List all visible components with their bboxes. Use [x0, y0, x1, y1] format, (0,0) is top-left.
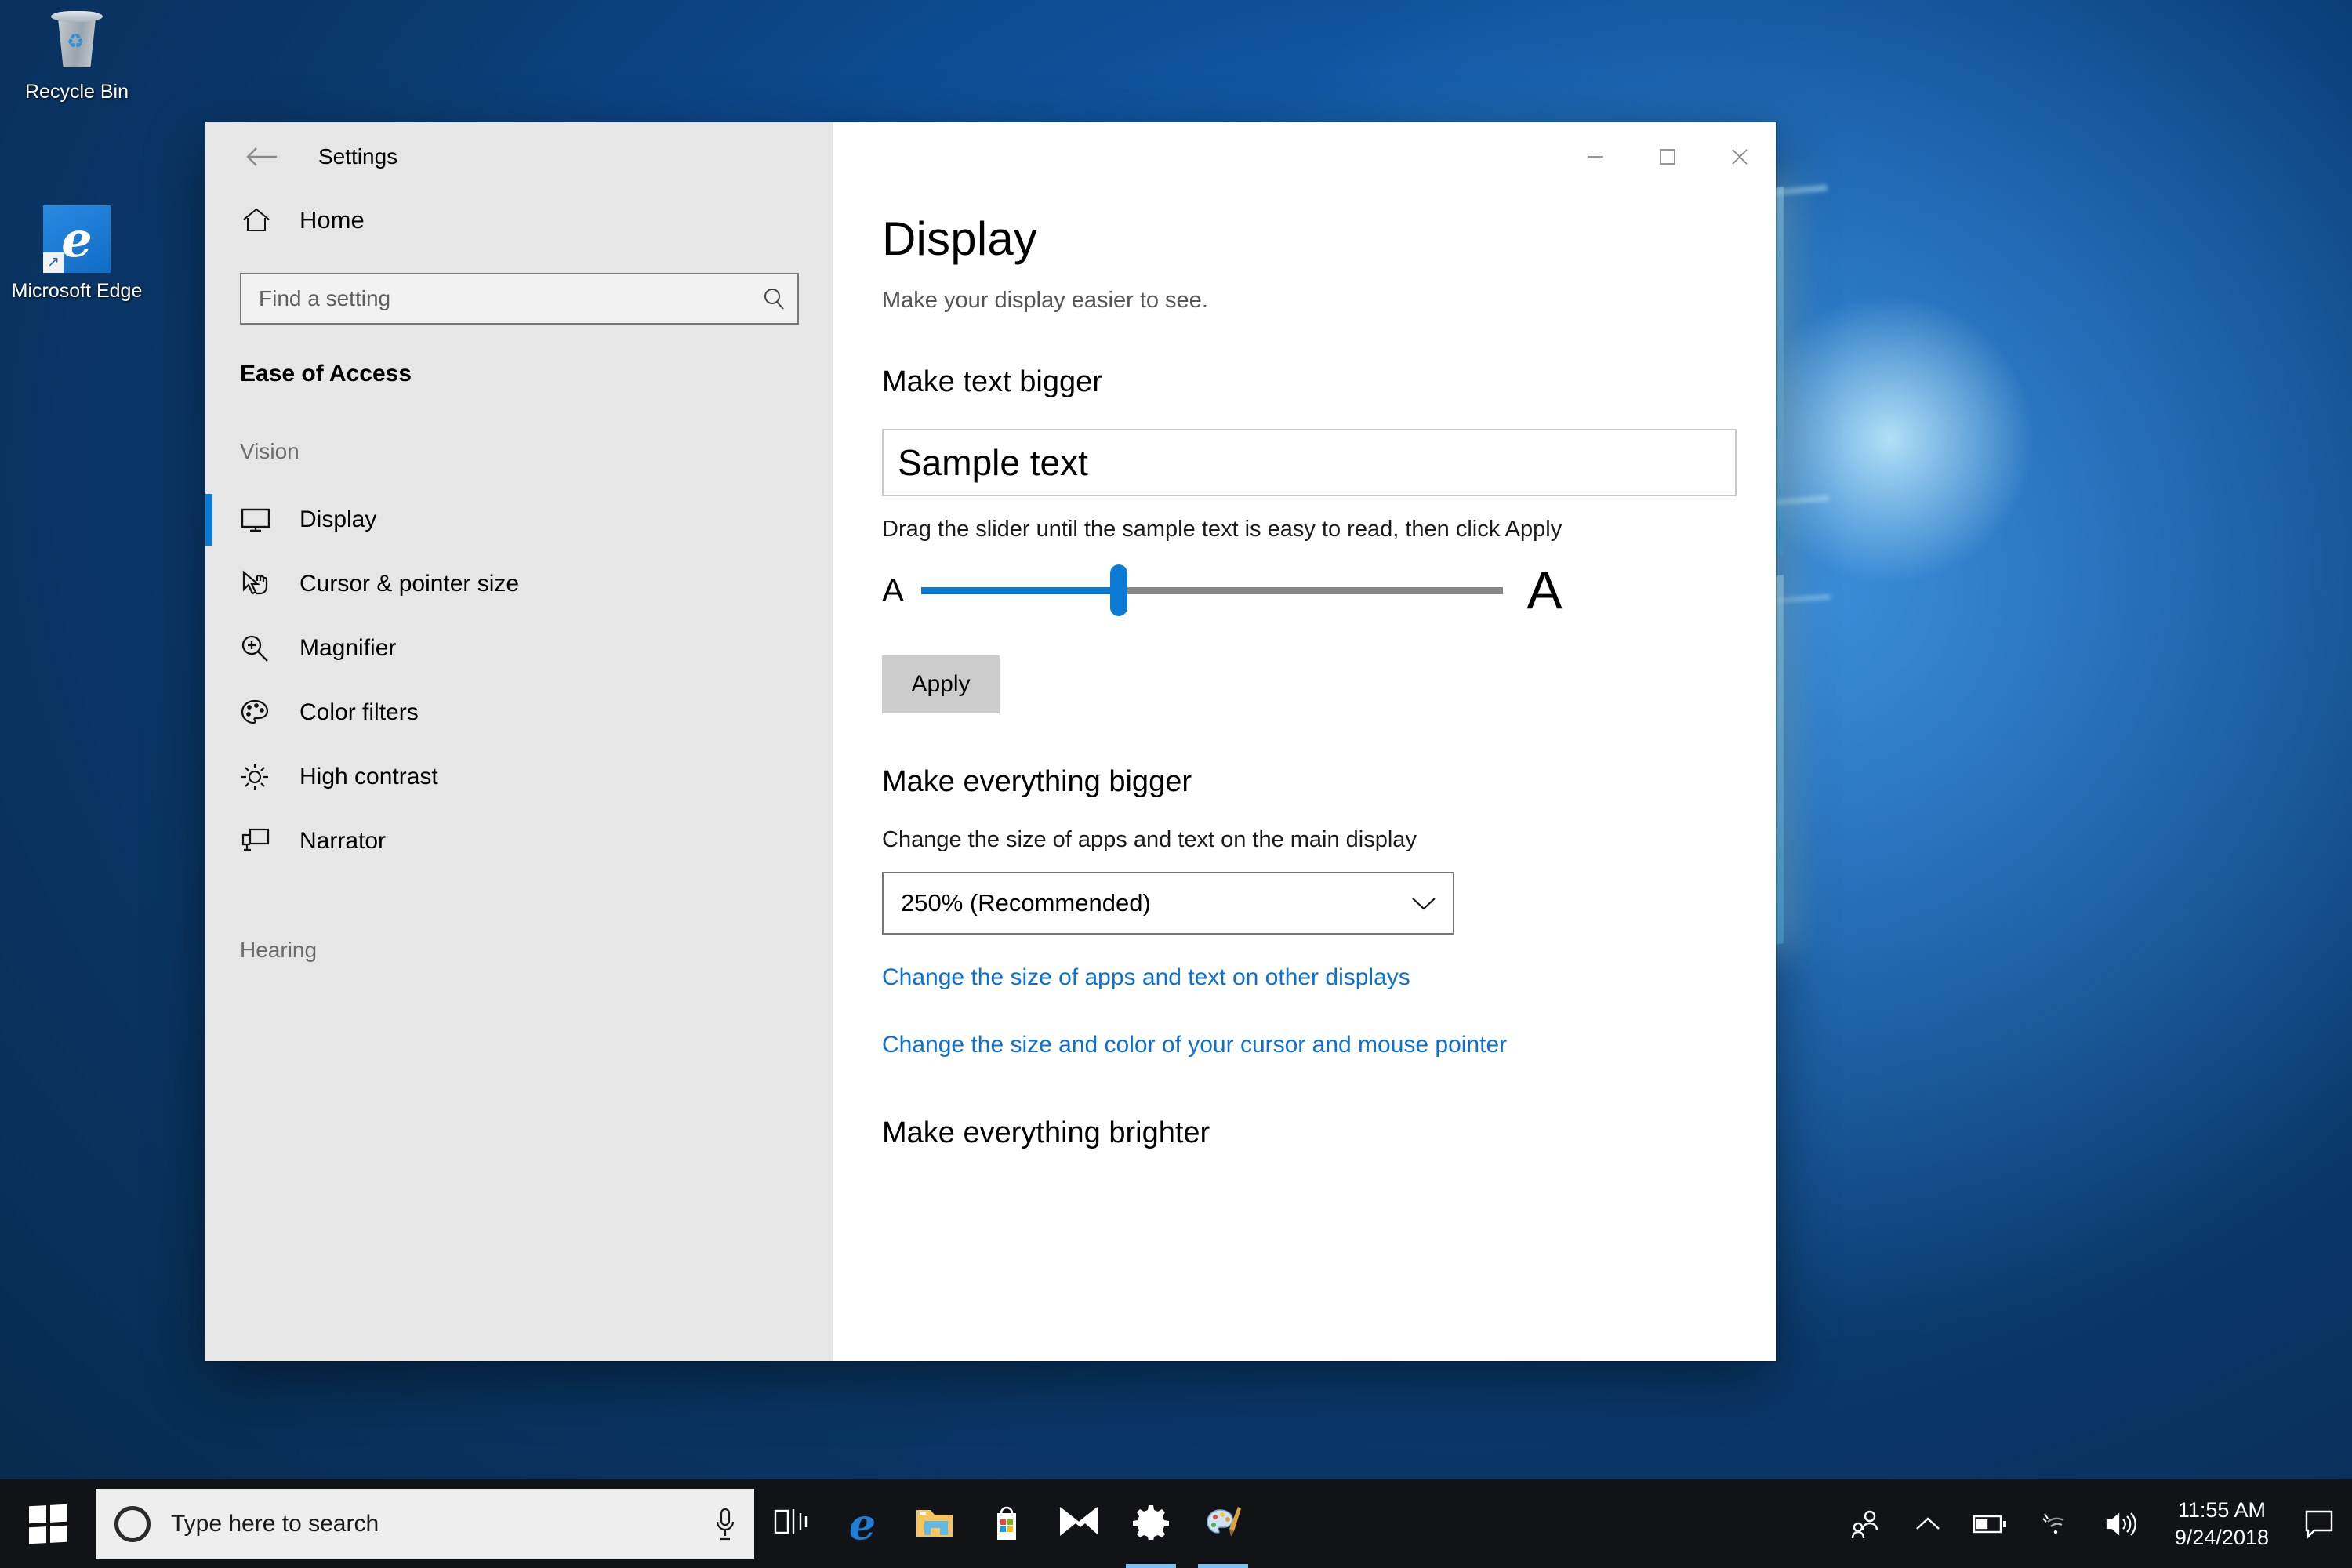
microsoft-store-icon: [989, 1502, 1024, 1545]
window-controls: [1559, 122, 1776, 191]
taskbar-app-paint-3d[interactable]: [1187, 1479, 1259, 1568]
heading-make-everything-brighter: Make everything brighter: [882, 1116, 1210, 1149]
page-subtitle: Make your display easier to see.: [882, 288, 1208, 313]
taskbar-app-microsoft-store[interactable]: [971, 1479, 1043, 1568]
action-center-button[interactable]: [2289, 1479, 2349, 1568]
mail-icon: [1058, 1506, 1099, 1541]
heading-make-everything-bigger: Make everything bigger: [882, 765, 1192, 798]
slider-help-text: Drag the slider until the sample text is…: [882, 517, 1563, 542]
taskbar-search-input[interactable]: Type here to search: [96, 1489, 754, 1559]
desktop-icon-label: Recycle Bin: [25, 81, 129, 103]
sidebar-item-cursor-pointer-size[interactable]: Cursor & pointer size: [205, 552, 833, 616]
microphone-icon[interactable]: [713, 1507, 737, 1541]
windows-start-icon: [29, 1504, 67, 1544]
clock-date: 9/24/2018: [2174, 1525, 2269, 1549]
sidebar-item-narrator[interactable]: Narrator: [205, 809, 833, 873]
apply-button[interactable]: Apply: [882, 655, 1000, 713]
battery-icon[interactable]: [1957, 1479, 2024, 1568]
close-button[interactable]: [1704, 122, 1776, 191]
people-icon[interactable]: [1833, 1479, 1899, 1568]
desktop-icon-recycle-bin[interactable]: ♻ Recycle Bin: [6, 6, 147, 104]
taskbar-app-microsoft-edge[interactable]: e: [826, 1479, 898, 1568]
taskbar-app-settings[interactable]: [1115, 1479, 1187, 1568]
cortana-circle-icon: [114, 1505, 151, 1542]
sidebar-item-high-contrast[interactable]: High contrast: [205, 745, 833, 809]
microsoft-edge-icon: e: [848, 1498, 877, 1549]
paint-palette-icon: [1203, 1502, 1243, 1545]
magnifier-icon: [240, 633, 285, 663]
color-palette-icon: [240, 698, 285, 728]
link-change-size-other-displays[interactable]: Change the size of apps and text on othe…: [882, 964, 1776, 991]
maximize-button[interactable]: [1632, 122, 1704, 191]
system-tray: 11:55 AM 9/24/2018: [1833, 1479, 2352, 1568]
chevron-up-icon[interactable]: [1899, 1479, 1957, 1568]
text-size-slider-row: A A: [882, 560, 1572, 621]
window-title: Settings: [318, 144, 398, 169]
sidebar-item-label: Cursor & pointer size: [299, 571, 520, 597]
slider-min-label: A: [882, 572, 905, 608]
cursor-pointer-icon: [240, 570, 285, 598]
sidebar-item-color-filters[interactable]: Color filters: [205, 681, 833, 745]
sidebar-item-label: High contrast: [299, 764, 438, 789]
narrator-icon: [240, 827, 285, 855]
sample-text-preview: Sample text: [882, 429, 1737, 496]
taskbar-search-placeholder: Type here to search: [171, 1510, 379, 1537]
shortcut-arrow-icon: ↗: [43, 252, 64, 273]
sidebar-item-label: Home: [299, 206, 365, 234]
sidebar-item-magnifier[interactable]: Magnifier: [205, 616, 833, 681]
sidebar-item-home[interactable]: Home: [205, 191, 833, 249]
sidebar-search-wrap: Find a setting: [205, 249, 833, 325]
file-explorer-icon: [913, 1504, 956, 1544]
sample-text-value: Sample text: [898, 442, 1088, 483]
recycle-bin-icon: ♻: [43, 6, 111, 74]
desktop-icon-microsoft-edge[interactable]: e ↗ Microsoft Edge: [6, 205, 147, 303]
gear-icon: [1133, 1504, 1169, 1544]
taskbar-app-file-explorer[interactable]: [898, 1479, 971, 1568]
nav-group-label-hearing: Hearing: [240, 938, 318, 962]
wifi-icon[interactable]: [2024, 1479, 2089, 1568]
back-button[interactable]: [238, 133, 285, 180]
search-input[interactable]: Find a setting: [240, 273, 799, 325]
window-titlebar: Settings: [205, 122, 833, 191]
minimize-button[interactable]: [1559, 122, 1632, 191]
taskbar-clock[interactable]: 11:55 AM 9/24/2018: [2154, 1479, 2289, 1568]
task-view-icon: [771, 1504, 810, 1543]
sidebar-nav: Vision Display Cursor & pointer size Mag…: [205, 439, 833, 963]
scale-select-label: Change the size of apps and text on the …: [882, 827, 1417, 852]
taskbar: Type here to search e 11:55 AM 9/24/2018: [0, 1479, 2352, 1568]
sidebar-section-title: Ease of Access: [240, 361, 412, 387]
taskbar-app-task-view[interactable]: [754, 1479, 826, 1568]
page-title: Display: [882, 212, 1038, 265]
sidebar-item-label: Magnifier: [299, 635, 397, 661]
sidebar-item-display[interactable]: Display: [205, 488, 833, 552]
desktop-icon-label: Microsoft Edge: [11, 280, 143, 302]
text-size-slider[interactable]: [921, 564, 1503, 616]
slider-max-label: A: [1526, 561, 1563, 620]
start-button[interactable]: [0, 1479, 96, 1568]
taskbar-app-mail[interactable]: [1043, 1479, 1115, 1568]
display-scale-value: 250% (Recommended): [901, 889, 1151, 916]
sidebar-item-label: Color filters: [299, 699, 419, 725]
search-icon: [761, 286, 786, 311]
display-scale-select[interactable]: 250% (Recommended): [882, 872, 1454, 935]
microsoft-edge-icon: e ↗: [43, 205, 111, 273]
slider-fill: [921, 586, 1120, 594]
search-placeholder: Find a setting: [259, 286, 391, 310]
settings-content: Display Make your display easier to see.…: [833, 122, 1776, 1361]
sidebar-item-label: Display: [299, 506, 377, 532]
nav-group-label-vision: Vision: [240, 439, 299, 463]
settings-window: Settings Home Find a setting Ease of Acc…: [205, 122, 1776, 1361]
monitor-icon: [240, 506, 285, 533]
slider-thumb[interactable]: [1110, 564, 1128, 616]
chevron-down-icon: [1410, 895, 1437, 912]
home-icon: [241, 206, 285, 234]
link-change-cursor-size-color[interactable]: Change the size and color of your cursor…: [882, 1032, 1776, 1058]
settings-sidebar: Settings Home Find a setting Ease of Acc…: [205, 122, 833, 1361]
sidebar-item-label: Narrator: [299, 828, 387, 854]
speaker-icon[interactable]: [2089, 1479, 2154, 1568]
brightness-icon: [240, 762, 285, 792]
clock-time: 11:55 AM: [2177, 1497, 2266, 1522]
heading-make-text-bigger: Make text bigger: [882, 365, 1102, 398]
